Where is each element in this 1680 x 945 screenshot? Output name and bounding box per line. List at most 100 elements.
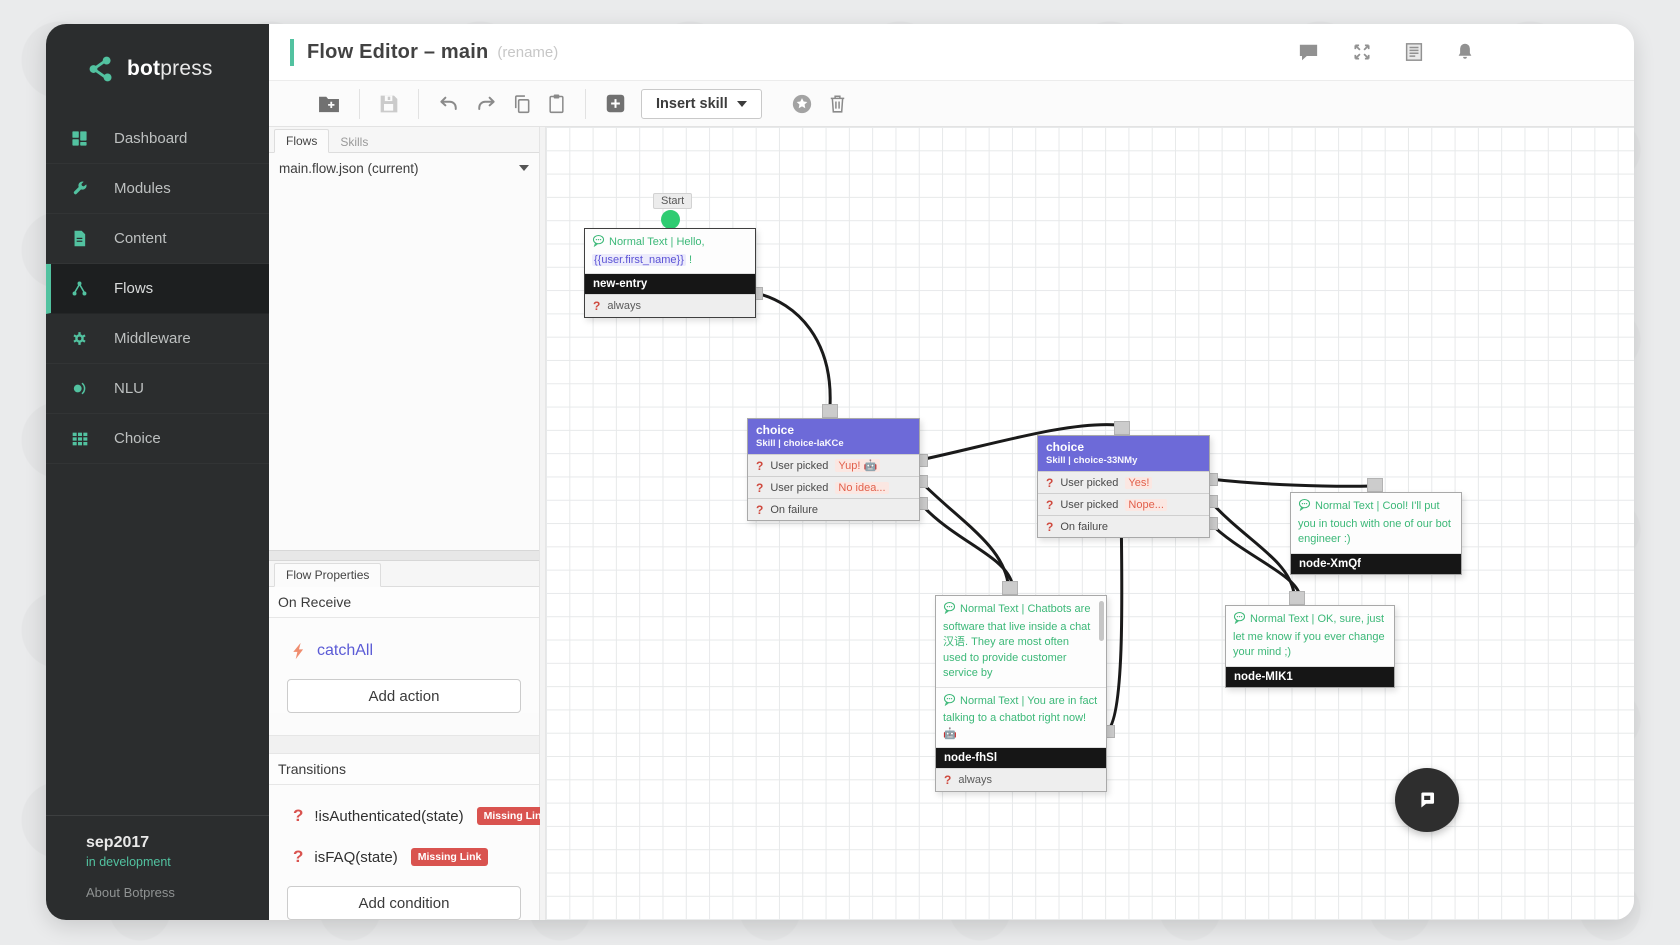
- sidebar-item-label: Choice: [114, 430, 161, 447]
- choice-title: choice: [756, 423, 911, 437]
- transition-label: always: [607, 300, 641, 312]
- sidebar-item-flows[interactable]: Flows: [46, 264, 269, 314]
- save-icon[interactable]: [379, 94, 399, 114]
- properties-tabs: Flow Properties: [269, 561, 539, 587]
- transition-condition: isFAQ(state): [314, 849, 397, 866]
- question-icon: ?: [756, 481, 763, 495]
- chat-bubble-icon: [1412, 785, 1442, 815]
- choice-node-header: choice Skill | choice-IaKCe: [748, 419, 919, 454]
- sidebar-item-middleware[interactable]: Middleware: [46, 314, 269, 364]
- fullscreen-icon[interactable]: [1352, 42, 1372, 62]
- choice-subtitle: Skill | choice-IaKCe: [756, 438, 911, 449]
- speech-bubble-icon: [943, 601, 956, 620]
- insert-node-icon[interactable]: [605, 93, 626, 114]
- start-port[interactable]: [661, 210, 680, 229]
- bot-status: in development: [86, 855, 269, 869]
- transition-row[interactable]: ? isFAQ(state) Missing Link: [293, 847, 521, 867]
- choice-row[interactable]: ?User pickedNope...: [1038, 493, 1209, 515]
- connection-port[interactable]: [1289, 591, 1305, 605]
- tab-skills[interactable]: Skills: [329, 131, 379, 153]
- main-area: Flow Editor – main (rename) Insert skill: [269, 24, 1634, 920]
- connection-port[interactable]: [1114, 421, 1130, 435]
- node-name-bar: node-MlK1: [1226, 667, 1394, 687]
- lightning-icon: [291, 642, 307, 660]
- transition-row[interactable]: ? !isAuthenticated(state) Missing Link: [293, 806, 521, 826]
- nlu-icon: [70, 380, 89, 397]
- choice-row[interactable]: ?On failure: [1038, 515, 1209, 537]
- redo-icon[interactable]: [475, 95, 497, 113]
- undo-icon[interactable]: [438, 95, 460, 113]
- question-icon: ?: [1046, 520, 1053, 534]
- node-text: Normal Text | You are in fact talking to…: [943, 695, 1097, 740]
- add-condition-button[interactable]: Add condition: [287, 886, 521, 920]
- panel-divider: [269, 550, 539, 561]
- node-MlK1[interactable]: Normal Text | OK, sure, just let me know…: [1225, 605, 1395, 688]
- flow-connector: [1210, 523, 1299, 593]
- star-icon[interactable]: [791, 93, 813, 115]
- node-content-text: Normal Text | Chatbots are software that…: [936, 596, 1106, 688]
- bot-name: sep2017: [86, 834, 269, 852]
- choice-row-label: User picked: [1060, 499, 1118, 511]
- choice-row-value: Yup! 🤖: [835, 459, 880, 472]
- node-choice-IaKCe[interactable]: choice Skill | choice-IaKCe ?User picked…: [747, 418, 920, 521]
- node-transition-row[interactable]: ?always: [936, 768, 1106, 791]
- node-new-entry[interactable]: Normal Text | Hello, {{user.first_name}}…: [584, 228, 756, 318]
- choice-row-label: User picked: [770, 482, 828, 494]
- sidebar-item-nlu[interactable]: NLU: [46, 364, 269, 414]
- question-icon: ?: [1046, 476, 1053, 490]
- add-action-button[interactable]: Add action: [287, 679, 521, 713]
- chat-fab-button[interactable]: [1395, 768, 1459, 832]
- connection-port[interactable]: [822, 404, 838, 418]
- paste-icon[interactable]: [547, 93, 566, 115]
- tab-flows[interactable]: Flows: [274, 129, 329, 153]
- sidebar-footer: sep2017 in development About Botpress: [46, 815, 269, 920]
- connection-port[interactable]: [1002, 581, 1018, 595]
- bell-icon[interactable]: [1456, 42, 1474, 62]
- trash-icon[interactable]: [828, 93, 847, 114]
- dashboard-icon: [70, 130, 89, 147]
- transition-label: always: [958, 774, 992, 786]
- about-botpress-link[interactable]: About Botpress: [86, 885, 269, 900]
- rename-link[interactable]: (rename): [497, 44, 558, 61]
- flow-canvas[interactable]: Start Normal Text | He: [546, 127, 1634, 920]
- sidebar-item-content[interactable]: Content: [46, 214, 269, 264]
- speech-bubble-icon: [1298, 498, 1311, 517]
- new-flow-icon[interactable]: [318, 94, 340, 113]
- chat-icon[interactable]: [1298, 43, 1319, 62]
- connection-port[interactable]: [1367, 478, 1383, 492]
- node-text: Normal Text | Chatbots are software that…: [943, 603, 1090, 679]
- speech-bubble-icon: [592, 234, 605, 253]
- node-scrollbar[interactable]: [1099, 601, 1104, 641]
- sidebar-item-label: Flows: [114, 280, 153, 297]
- log-icon[interactable]: [1405, 42, 1423, 62]
- sidebar-item-modules[interactable]: Modules: [46, 164, 269, 214]
- choice-row[interactable]: ?User pickedYup! 🤖: [748, 454, 919, 476]
- insert-skill-button[interactable]: Insert skill: [641, 89, 762, 119]
- tab-flow-properties[interactable]: Flow Properties: [274, 563, 381, 587]
- brand-text: botpress: [127, 57, 213, 81]
- node-transition-row[interactable]: ?always: [585, 294, 755, 317]
- botpress-logo[interactable]: botpress: [46, 24, 269, 114]
- node-content-text: Normal Text | You are in fact talking to…: [936, 688, 1106, 749]
- transition-condition: !isAuthenticated(state): [314, 808, 463, 825]
- question-icon: ?: [293, 806, 303, 826]
- flow-select-dropdown[interactable]: main.flow.json (current): [269, 153, 539, 183]
- flow-list-area[interactable]: [269, 183, 539, 550]
- choice-row[interactable]: ? User picked No idea...: [748, 476, 919, 498]
- node-fhSl[interactable]: Normal Text | Chatbots are software that…: [935, 595, 1107, 792]
- question-icon: ?: [756, 503, 763, 517]
- app-header: Flow Editor – main (rename): [269, 24, 1634, 80]
- sidebar-item-choice[interactable]: Choice: [46, 414, 269, 464]
- catchall-action[interactable]: catchAll: [291, 642, 521, 660]
- gear-icon: [70, 330, 89, 347]
- question-icon: ?: [293, 847, 303, 867]
- choice-row[interactable]: ?On failure: [748, 498, 919, 520]
- sidebar-item-dashboard[interactable]: Dashboard: [46, 114, 269, 164]
- node-name-bar: node-XmQf: [1291, 554, 1461, 574]
- node-XmQf[interactable]: Normal Text | Cool! I'll put you in touc…: [1290, 492, 1462, 575]
- section-gap: [269, 735, 539, 754]
- copy-icon[interactable]: [512, 93, 532, 115]
- node-choice-33NMy[interactable]: choice Skill | choice-33NMy ?User picked…: [1037, 435, 1210, 538]
- choice-row[interactable]: ?User pickedYes!: [1038, 471, 1209, 493]
- choice-row-value: No idea...: [835, 482, 888, 494]
